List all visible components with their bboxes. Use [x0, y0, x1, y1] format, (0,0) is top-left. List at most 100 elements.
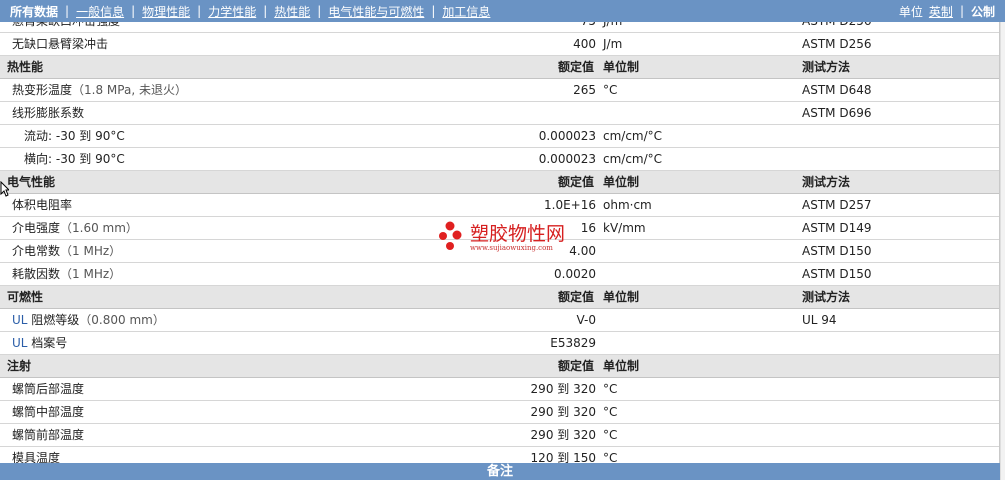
- property-value: V-0: [576, 313, 596, 327]
- section-title: 注射: [7, 359, 31, 374]
- value-column-header: 额定值: [557, 60, 594, 74]
- section-header-row: 电气性能 额定值 单位制 测试方法: [0, 171, 999, 194]
- watermark-url: www.sujiaowuxing.com: [470, 244, 553, 252]
- test-method: ASTM D257: [802, 198, 872, 212]
- property-name-text: 流动: -30 到 90°C: [24, 129, 125, 143]
- units-imperial-link[interactable]: 英制: [929, 3, 953, 20]
- method-column-header: 测试方法: [802, 290, 851, 304]
- property-name-text: 无缺口悬臂梁冲击: [12, 37, 109, 51]
- property-name-text: 介电常数: [12, 244, 61, 258]
- units-label: 单位: [898, 4, 923, 19]
- property-condition: （1 MHz）: [60, 267, 122, 281]
- property-value: 400: [573, 37, 596, 51]
- property-name: UL 档案号: [12, 336, 67, 351]
- unit-column-header: 单位制: [603, 359, 640, 373]
- section-title: 可燃性: [7, 290, 43, 305]
- property-unit: °C: [603, 83, 618, 97]
- watermark-text: 塑胶物性网: [470, 223, 566, 245]
- nav-tab[interactable]: 所有数据: [10, 3, 58, 20]
- section-title: 热性能: [7, 60, 43, 75]
- nav-separator: |: [959, 4, 964, 18]
- property-name-text: 螺筒前部温度: [12, 428, 85, 442]
- property-value: 290 到 320: [530, 382, 596, 396]
- unit-column-header: 单位制: [603, 175, 640, 189]
- test-method: ASTM D149: [802, 221, 872, 235]
- nav-tab[interactable]: 物理性能: [142, 3, 190, 20]
- property-name-text: 可燃性: [7, 290, 44, 304]
- notes-bar[interactable]: 备注: [0, 463, 1000, 480]
- units-metric-link[interactable]: 公制: [971, 3, 995, 20]
- scrollbar-track[interactable]: [1000, 22, 1005, 480]
- property-row: UL 阻燃等级（0.800 mm） V-0 UL 94: [0, 309, 999, 332]
- property-unit: cm/cm/°C: [603, 129, 663, 143]
- method-column-header: 测试方法: [802, 60, 851, 74]
- mouse-cursor-icon: [0, 181, 9, 197]
- property-row: 流动: -30 到 90°C 0.000023 cm/cm/°C: [0, 125, 999, 148]
- nav-tab[interactable]: 加工信息: [442, 3, 490, 20]
- test-method: ASTM D696: [802, 106, 872, 120]
- site-watermark-logo: 塑胶物性网 www.sujiaowuxing.com: [438, 219, 578, 259]
- property-condition: （1.8 MPa, 未退火）: [72, 83, 187, 97]
- nav-separator: |: [263, 4, 268, 18]
- property-name-text: 阻燃等级: [27, 313, 80, 327]
- method-column-header: 测试方法: [802, 175, 851, 189]
- nav-tab[interactable]: 电气性能与可燃性: [328, 3, 424, 20]
- property-value: 290 到 320: [530, 405, 596, 419]
- nav-tab[interactable]: 热性能: [274, 3, 310, 20]
- property-value: E53829: [550, 336, 596, 350]
- property-name-text: 耗散因数: [12, 267, 61, 281]
- property-value: 265: [573, 83, 596, 97]
- property-value: 16: [580, 221, 596, 235]
- property-condition: （0.800 mm）: [79, 313, 165, 327]
- property-row: 线形膨胀系数 ASTM D696: [0, 102, 999, 125]
- test-method: ASTM D648: [802, 83, 872, 97]
- property-name-text: 横向: -30 到 90°C: [24, 152, 125, 166]
- property-name-text: 螺筒后部温度: [12, 382, 85, 396]
- property-name: 无缺口悬臂梁冲击: [12, 37, 108, 52]
- property-value: 1.0E+16: [544, 198, 596, 212]
- property-value: 290 到 320: [530, 428, 596, 442]
- nav-separator: |: [65, 4, 70, 18]
- property-name-text: 档案号: [27, 336, 68, 350]
- property-name-text: 热变形温度: [12, 83, 73, 97]
- section-header-row: 注射 额定值 单位制: [0, 355, 999, 378]
- property-unit: J/m: [603, 37, 623, 51]
- nav-tab[interactable]: 力学性能: [208, 3, 256, 20]
- property-condition: （1.60 mm）: [60, 221, 138, 235]
- property-unit: °C: [603, 405, 618, 419]
- property-name: 横向: -30 到 90°C: [24, 152, 125, 167]
- unit-column-header: 单位制: [603, 60, 640, 74]
- property-row: 体积电阻率 1.0E+16 ohm·cm ASTM D257: [0, 194, 999, 217]
- property-name-text: 热性能: [7, 60, 44, 74]
- property-name: UL 阻燃等级（0.800 mm）: [12, 313, 165, 328]
- property-row: 耗散因数（1 MHz） 0.0020 ASTM D150: [0, 263, 999, 286]
- property-name: 介电强度（1.60 mm）: [12, 221, 138, 236]
- property-name: 体积电阻率: [12, 198, 72, 213]
- property-unit: °C: [603, 428, 618, 442]
- nav-separator: |: [131, 4, 136, 18]
- section-header-row: 可燃性 额定值 单位制 测试方法: [0, 286, 999, 309]
- section-title: 电气性能: [7, 175, 55, 190]
- property-value: 0.000023: [538, 129, 596, 143]
- property-name: 螺筒后部温度: [12, 382, 84, 397]
- property-name: 螺筒前部温度: [12, 428, 84, 443]
- property-unit: °C: [603, 382, 618, 396]
- property-row: 无缺口悬臂梁冲击 400 J/m ASTM D256: [0, 33, 999, 56]
- dots-logo-icon: [439, 221, 462, 250]
- property-name-text: 注射: [7, 359, 32, 373]
- property-unit: ohm·cm: [603, 198, 652, 212]
- standard-prefix: UL: [12, 313, 28, 327]
- property-unit: cm/cm/°C: [603, 152, 663, 166]
- property-name-text: 介电强度: [12, 221, 61, 235]
- property-unit: kV/mm: [603, 221, 646, 235]
- nav-tab[interactable]: 一般信息: [76, 3, 124, 20]
- property-name: 线形膨胀系数: [12, 106, 84, 121]
- property-name-text: 电气性能: [7, 175, 56, 189]
- unit-column-header: 单位制: [603, 290, 640, 304]
- unit-switcher: 单位 英制 | 公制: [899, 0, 995, 22]
- category-nav-bar: 所有数据 | 一般信息 | 物理性能 | 力学性能 | 热性能 | 电气性能与可燃性 | 加工信息 单位…: [0, 0, 1005, 22]
- standard-prefix: UL: [12, 336, 28, 350]
- nav-separator: |: [197, 4, 202, 18]
- nav-separator: |: [431, 4, 436, 18]
- section-header-row: 热性能 额定值 单位制 测试方法: [0, 56, 999, 79]
